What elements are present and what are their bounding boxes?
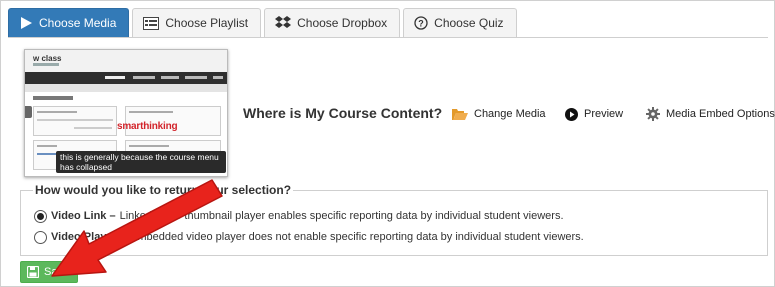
preview-label: Preview — [584, 108, 624, 120]
media-embed-options-button[interactable]: Media Embed Options — [646, 106, 775, 122]
floppy-disk-icon — [27, 266, 39, 278]
save-button[interactable]: Save — [20, 261, 79, 283]
option-description: Embedded video player does not enable sp… — [130, 231, 584, 243]
change-media-button[interactable]: Change Media — [452, 106, 546, 122]
radio-unselected[interactable] — [34, 230, 47, 244]
tab-choose-media[interactable]: Choose Media — [8, 8, 130, 37]
play-icon — [19, 16, 33, 30]
tab-label: Choose Quiz — [434, 16, 504, 30]
tab-choose-quiz[interactable]: ? Choose Quiz — [403, 8, 517, 37]
tab-bar: Choose Media Choose Playlist Choose Drop… — [8, 8, 517, 37]
thumbnail-nav — [25, 72, 227, 84]
option-description: Linked video thumbnail player enables sp… — [119, 210, 564, 222]
option-title: Video Player – — [51, 231, 127, 243]
radio-selected[interactable] — [34, 209, 47, 223]
thumbnail-subnav — [25, 84, 227, 92]
save-label: Save — [44, 266, 70, 278]
question-circle-icon: ? — [414, 16, 428, 30]
tab-divider — [8, 37, 768, 38]
playlist-icon — [143, 16, 160, 30]
page-title: Where is My Course Content? — [243, 105, 443, 121]
tab-label: Choose Media — [39, 16, 117, 30]
change-media-label: Change Media — [474, 108, 546, 120]
thumbnail-logo: w class — [33, 54, 62, 63]
gear-icon — [646, 107, 660, 121]
thumbnail-tooltip: this is generally because the course men… — [56, 151, 226, 173]
tab-label: Choose Playlist — [165, 16, 249, 30]
media-embed-options-label: Media Embed Options — [666, 108, 775, 120]
tab-choose-dropbox[interactable]: Choose Dropbox — [264, 8, 401, 37]
tab-choose-playlist[interactable]: Choose Playlist — [132, 8, 262, 37]
dropbox-icon — [275, 16, 292, 30]
tab-label: Choose Dropbox — [297, 16, 388, 30]
play-circle-icon — [565, 107, 578, 121]
thumbnail-header: w class — [25, 50, 227, 72]
video-link-option[interactable]: Video Link – Linked video thumbnail play… — [34, 208, 564, 224]
svg-text:?: ? — [418, 19, 424, 29]
return-selection-legend: How would you like to return your select… — [33, 183, 294, 197]
video-player-option[interactable]: Video Player – Embedded video player doe… — [34, 229, 584, 245]
option-title: Video Link – — [51, 210, 116, 222]
preview-button[interactable]: Preview — [565, 106, 623, 122]
folder-open-icon — [452, 108, 468, 121]
smarthinking-logo: smarthinking — [117, 121, 178, 132]
